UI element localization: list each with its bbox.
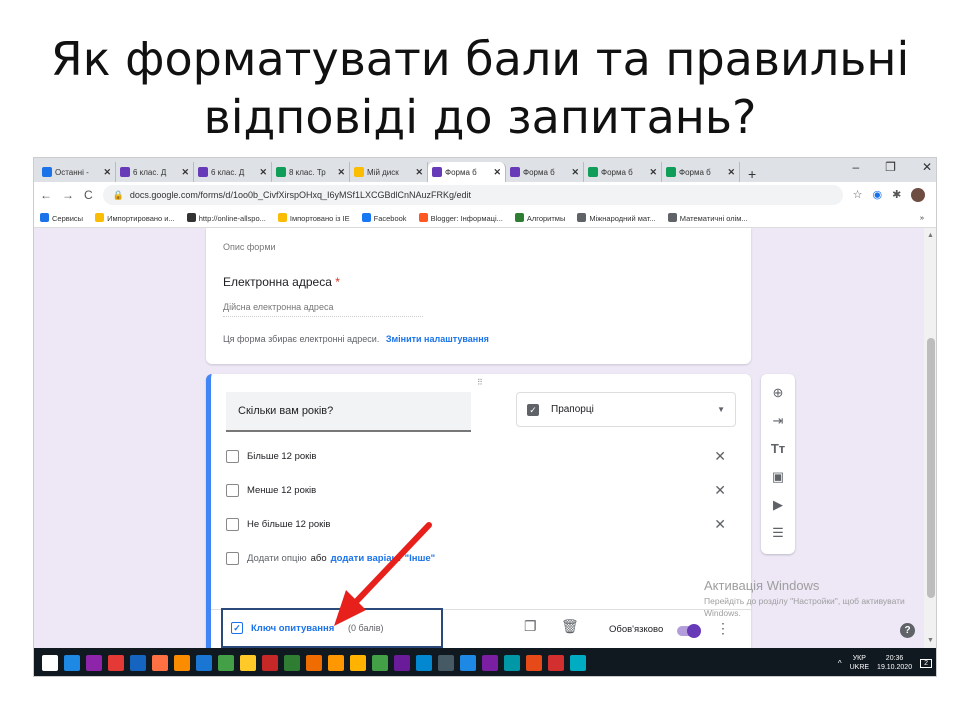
taskbar-app-icon[interactable] — [174, 655, 190, 671]
taskbar-app-icon[interactable] — [350, 655, 366, 671]
slide-title: Як форматувати бали та правильні відпові… — [50, 32, 910, 144]
red-arrow-annotation — [334, 522, 432, 626]
taskbar-app-icon[interactable] — [394, 655, 410, 671]
taskbar-app-icon[interactable] — [152, 655, 168, 671]
browser-screenshot: Останні - ✕ 6 клас. Д ✕ 6 клас. Д ✕ 8 клас. Тр… — [33, 157, 937, 677]
taskbar-app-icon[interactable] — [570, 655, 586, 671]
taskbar-app-icon[interactable] — [240, 655, 256, 671]
taskbar-app-icon[interactable] — [108, 655, 124, 671]
taskbar-app-icon[interactable] — [482, 655, 498, 671]
lang2-text: UKRE — [849, 664, 870, 671]
taskbar-app-icon[interactable] — [526, 655, 542, 671]
notifications-icon[interactable]: 2 — [920, 658, 932, 668]
taskbar-app-icon[interactable] — [460, 655, 476, 671]
taskbar-app-icon[interactable] — [372, 655, 388, 671]
taskbar-app-icon[interactable] — [130, 655, 146, 671]
taskbar-app-icon[interactable] — [548, 655, 564, 671]
taskbar-app-icon[interactable] — [218, 655, 234, 671]
taskbar-app-icon[interactable] — [438, 655, 454, 671]
system-tray: ^ УКР UKRE 20:36 19.10.2020 2 — [838, 648, 932, 676]
taskbar-app-icon[interactable] — [86, 655, 102, 671]
taskbar-app-icon[interactable] — [196, 655, 212, 671]
language-indicator[interactable]: УКР UKRE — [850, 654, 869, 672]
taskbar-app-icon[interactable] — [306, 655, 322, 671]
windows-taskbar: ^ УКР UKRE 20:36 19.10.2020 2 — [34, 648, 936, 676]
time-text: 20:36 — [885, 655, 904, 662]
taskbar-app-icon[interactable] — [284, 655, 300, 671]
tray-arrow-icon[interactable]: ^ — [838, 659, 842, 668]
date-text: 19.10.2020 — [877, 664, 913, 671]
lang-text: УКР — [852, 655, 866, 662]
taskbar-app-icon[interactable] — [42, 655, 58, 671]
taskbar-app-icon[interactable] — [262, 655, 278, 671]
taskbar-app-icon[interactable] — [328, 655, 344, 671]
taskbar-app-icon[interactable] — [416, 655, 432, 671]
taskbar-app-icon[interactable] — [504, 655, 520, 671]
clock[interactable]: 20:36 19.10.2020 — [877, 654, 912, 672]
taskbar-app-icon[interactable] — [64, 655, 80, 671]
